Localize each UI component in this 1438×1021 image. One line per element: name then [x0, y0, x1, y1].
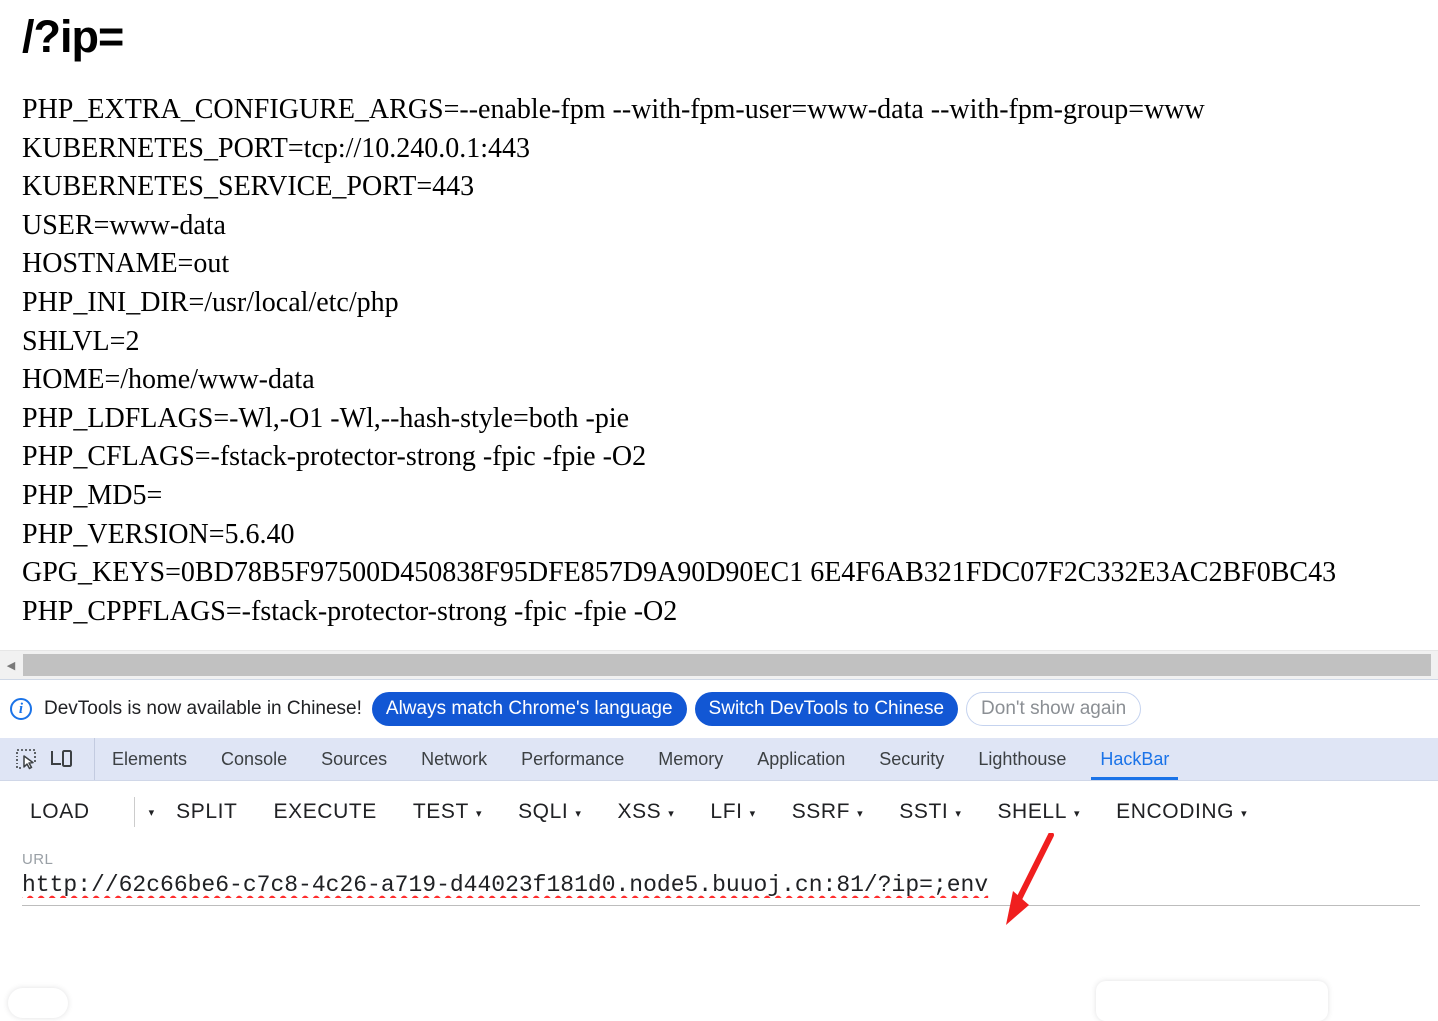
- hackbar-sqli-button[interactable]: SQLI ▾: [518, 794, 581, 830]
- page-title: /?ip=: [22, 11, 124, 62]
- tab-elements[interactable]: Elements: [95, 738, 204, 780]
- tab-security[interactable]: Security: [862, 738, 961, 780]
- url-input[interactable]: [22, 872, 1420, 898]
- env-line: PHP_CPPFLAGS=-fstack-protector-strong -f…: [22, 595, 678, 627]
- bottom-left-popup-card: [8, 988, 68, 1018]
- tab-lighthouse[interactable]: Lighthouse: [961, 738, 1083, 780]
- env-line: PHP_LDFLAGS=-Wl,-O1 -Wl,--hash-style=bot…: [22, 402, 630, 434]
- always-match-chrome-language-button[interactable]: Always match Chrome's language: [371, 691, 687, 727]
- tab-network[interactable]: Network: [404, 738, 504, 780]
- chevron-down-icon: ▾: [857, 807, 864, 820]
- hackbar-split-button[interactable]: SPLIT: [176, 794, 237, 830]
- env-line: SHLVL=2: [22, 325, 140, 357]
- tab-console[interactable]: Console: [204, 738, 304, 780]
- tab-application[interactable]: Application: [740, 738, 862, 780]
- chevron-down-icon: ▾: [955, 807, 962, 820]
- devtools-panel: i DevTools is now available in Chinese! …: [0, 679, 1438, 997]
- url-label: URL: [22, 851, 54, 868]
- hackbar-test-button[interactable]: TEST ▾: [413, 794, 482, 830]
- hackbar-lfi-button[interactable]: LFI ▾: [710, 794, 755, 830]
- env-line: PHP_EXTRA_CONFIGURE_ARGS=--enable-fpm --…: [22, 94, 1205, 125]
- inspect-element-icon[interactable]: [12, 746, 40, 772]
- horizontal-scrollbar[interactable]: ◀: [0, 650, 1438, 679]
- env-line: PHP_CFLAGS=-fstack-protector-strong -fpi…: [22, 441, 647, 473]
- env-line: PHP_MD5=: [22, 479, 163, 511]
- chevron-down-icon: ▾: [1241, 807, 1248, 820]
- url-input-wrapper[interactable]: [22, 872, 1420, 906]
- hackbar-button-label: SPLIT: [176, 800, 238, 823]
- browser-page-viewport: /?ip= PHP_EXTRA_CONFIGURE_ARGS=--enable-…: [0, 0, 1438, 648]
- env-line: KUBERNETES_PORT=tcp://10.240.0.1:443: [22, 132, 531, 164]
- env-line: GPG_KEYS=0BD78B5F97500D450838F95DFE857D9…: [22, 557, 1337, 589]
- hackbar-ssti-button[interactable]: SSTI ▾: [899, 794, 961, 830]
- devtools-tool-icons: [0, 738, 95, 780]
- hackbar-button-label: SQLI: [518, 800, 569, 823]
- hackbar-load-button[interactable]: LOAD: [30, 794, 90, 830]
- hackbar-toolbar: LOAD ▾ SPLIT EXECUTE TEST ▾ SQLI ▾ XSS ▾ LFI ▾ SSRF ▾…: [0, 781, 1438, 843]
- env-line: HOME=/home/www-data: [22, 364, 315, 396]
- switch-devtools-to-chinese-button[interactable]: Switch DevTools to Chinese: [694, 691, 959, 727]
- hackbar-execute-button[interactable]: EXECUTE: [273, 794, 376, 830]
- hackbar-load-dropdown-button[interactable]: ▾: [133, 797, 155, 827]
- device-toolbar-icon[interactable]: [48, 746, 76, 772]
- dont-show-again-button[interactable]: Don't show again: [966, 691, 1142, 727]
- tab-memory[interactable]: Memory: [641, 738, 740, 780]
- env-line: PHP_INI_DIR=/usr/local/etc/php: [22, 286, 399, 318]
- hackbar-ssrf-button[interactable]: SSRF ▾: [792, 794, 864, 830]
- tab-sources[interactable]: Sources: [304, 738, 404, 780]
- hackbar-button-label: LFI: [710, 800, 743, 823]
- hackbar-button-label: EXECUTE: [273, 800, 377, 823]
- tab-performance[interactable]: Performance: [504, 738, 641, 780]
- chevron-down-icon: ▾: [475, 807, 483, 820]
- scrollbar-thumb[interactable]: [23, 654, 1431, 676]
- hackbar-encoding-button[interactable]: ENCODING ▾: [1116, 794, 1247, 830]
- hackbar-button-label: SSTI: [899, 800, 949, 823]
- hackbar-shell-button[interactable]: SHELL ▾: [997, 794, 1080, 830]
- hackbar-button-label: SSRF: [791, 800, 851, 823]
- notification-message: DevTools is now available in Chinese!: [44, 698, 362, 719]
- chevron-down-icon: ▾: [749, 807, 756, 820]
- hackbar-button-label: SHELL: [997, 800, 1067, 823]
- hackbar-button-label: LOAD: [30, 800, 90, 823]
- hackbar-xss-button[interactable]: XSS ▾: [617, 794, 674, 830]
- env-line: PHP_VERSION=5.6.40: [22, 518, 295, 550]
- chevron-down-icon: ▾: [575, 807, 582, 820]
- env-line: KUBERNETES_SERVICE_PORT=443: [22, 171, 475, 203]
- hackbar-button-label: TEST: [412, 800, 469, 823]
- tab-hackbar[interactable]: HackBar: [1083, 738, 1186, 780]
- env-line: USER=www-data: [22, 209, 226, 241]
- scroll-left-arrow-icon[interactable]: ◀: [0, 651, 22, 679]
- info-icon: i: [10, 698, 32, 720]
- chevron-down-icon: ▾: [668, 807, 675, 820]
- env-line: HOSTNAME=out: [22, 248, 230, 280]
- chevron-down-icon: ▾: [148, 806, 155, 819]
- env-output-text: PHP_EXTRA_CONFIGURE_ARGS=--enable-fpm --…: [0, 91, 1438, 631]
- devtools-language-notification: i DevTools is now available in Chinese! …: [0, 680, 1438, 738]
- hackbar-url-block: URL: [0, 843, 1438, 906]
- chevron-down-icon: ▾: [1074, 807, 1081, 820]
- devtools-tab-bar: Elements Console Sources Network Performance…: [0, 738, 1438, 781]
- bottom-right-popup-card: [1096, 981, 1328, 1021]
- hackbar-button-label: XSS: [617, 800, 662, 823]
- hackbar-button-label: ENCODING: [1116, 800, 1235, 823]
